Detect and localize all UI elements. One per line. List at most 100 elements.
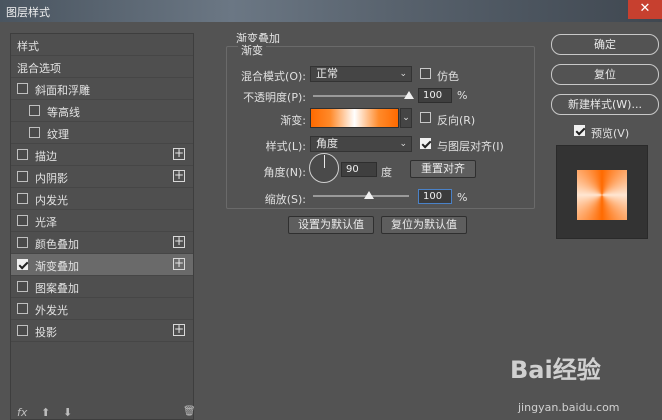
sidebar-item-label: 外发光 xyxy=(35,304,68,317)
add-effect-icon[interactable]: + xyxy=(173,323,185,336)
sidebar-item-0[interactable]: 样式 xyxy=(11,34,193,56)
sidebar-item-label: 描边 xyxy=(35,150,57,163)
opacity-label: 不透明度(P): xyxy=(243,91,306,104)
opacity-slider-thumb[interactable] xyxy=(404,91,414,99)
group-title: 渐变 xyxy=(238,42,266,58)
style-checkbox[interactable] xyxy=(17,259,28,270)
add-effect-icon[interactable]: + xyxy=(173,235,185,248)
sidebar-item-label: 投影 xyxy=(35,326,57,339)
angle-input[interactable]: 90 xyxy=(341,162,377,177)
sidebar-item-label: 颜色叠加 xyxy=(35,238,79,251)
sidebar-item-label: 内发光 xyxy=(35,194,68,207)
sidebar-item-4[interactable]: 纹理 xyxy=(11,122,193,144)
style-checkbox[interactable] xyxy=(17,281,28,292)
angle-dial[interactable] xyxy=(309,153,339,183)
window-title: 图层样式 xyxy=(6,6,50,19)
preview-label: 预览(V) xyxy=(591,127,630,140)
gradient-dropdown-button[interactable]: ⌄ xyxy=(400,108,412,128)
blend-mode-select[interactable]: 正常 ⌄ xyxy=(310,66,412,82)
gradient-swatch[interactable] xyxy=(310,108,399,128)
preview-checkbox[interactable] xyxy=(574,125,585,136)
dither-label: 仿色 xyxy=(437,70,459,83)
style-checkbox[interactable] xyxy=(17,237,28,248)
style-checkbox[interactable] xyxy=(17,193,28,204)
reverse-label: 反向(R) xyxy=(437,114,476,127)
close-button[interactable]: ✕ xyxy=(628,0,662,19)
watermark-url: jingyan.baidu.com xyxy=(518,401,620,414)
title-bar[interactable]: 图层样式 ✕ xyxy=(0,0,662,22)
preview-swatch xyxy=(577,170,627,220)
style-checkbox[interactable] xyxy=(17,83,28,94)
reset-to-default-button[interactable]: 复位为默认值 xyxy=(381,216,467,234)
angle-unit: 度 xyxy=(381,166,392,179)
align-with-layer-label: 与图层对齐(I) xyxy=(437,140,504,153)
chevron-down-icon: ⌄ xyxy=(399,139,407,149)
move-down-icon[interactable]: ⬇ xyxy=(63,406,72,419)
trash-icon[interactable]: 🗑 xyxy=(183,406,196,417)
style-preview xyxy=(556,145,648,239)
sidebar-item-1[interactable]: 混合选项 xyxy=(11,56,193,78)
scale-slider-thumb[interactable] xyxy=(363,191,374,199)
sidebar-item-label: 图案叠加 xyxy=(35,282,79,295)
style-checkbox[interactable] xyxy=(17,171,28,182)
dither-checkbox[interactable] xyxy=(420,68,431,79)
set-as-default-button[interactable]: 设置为默认值 xyxy=(288,216,374,234)
reset-alignment-button[interactable]: 重置对齐 xyxy=(410,160,476,178)
opacity-unit: % xyxy=(457,89,468,102)
align-with-layer-checkbox[interactable] xyxy=(420,138,431,149)
style-checkbox[interactable] xyxy=(17,149,28,160)
sidebar-item-label: 斜面和浮雕 xyxy=(35,84,90,97)
sidebar-item-label: 纹理 xyxy=(47,128,69,141)
style-checkbox[interactable] xyxy=(29,127,40,138)
move-up-icon[interactable]: ⬆ xyxy=(41,406,50,419)
add-effect-icon[interactable]: + xyxy=(173,147,185,160)
fx-menu-button[interactable]: fx xyxy=(17,406,27,419)
add-effect-icon[interactable]: + xyxy=(173,169,185,182)
opacity-slider-track[interactable] xyxy=(313,95,409,97)
angle-label: 角度(N): xyxy=(263,166,306,179)
scale-slider-track[interactable] xyxy=(313,195,409,197)
baidu-watermark: Bai经验 jingyan.baidu.com xyxy=(510,350,662,420)
reverse-checkbox[interactable] xyxy=(420,112,431,123)
sidebar-item-11[interactable]: 图案叠加 xyxy=(11,276,193,298)
style-label: 样式(L): xyxy=(265,140,306,153)
sidebar-item-label: 混合选项 xyxy=(17,62,61,75)
gradient-label: 渐变: xyxy=(280,114,306,127)
sidebar-item-12[interactable]: 外发光 xyxy=(11,298,193,320)
scale-input[interactable]: 100 xyxy=(418,189,452,204)
style-checkbox[interactable] xyxy=(17,215,28,226)
close-icon: ✕ xyxy=(639,1,651,16)
blend-mode-label: 混合模式(O): xyxy=(241,70,306,83)
ok-button[interactable]: 确定 xyxy=(551,34,659,55)
scale-label: 缩放(S): xyxy=(264,193,306,206)
style-checkbox[interactable] xyxy=(29,105,40,116)
add-effect-icon[interactable]: + xyxy=(173,257,185,270)
chevron-down-icon: ⌄ xyxy=(402,113,410,123)
opacity-input[interactable]: 100 xyxy=(418,88,452,103)
style-checkbox[interactable] xyxy=(17,303,28,314)
sidebar-item-5[interactable]: 描边 + xyxy=(11,144,193,166)
sidebar-item-10[interactable]: 渐变叠加 + xyxy=(11,254,193,276)
reset-button[interactable]: 复位 xyxy=(551,64,659,85)
sidebar-item-13[interactable]: 投影 + xyxy=(11,320,193,342)
sidebar-item-label: 内阴影 xyxy=(35,172,68,185)
sidebar-item-9[interactable]: 颜色叠加 + xyxy=(11,232,193,254)
scale-unit: % xyxy=(457,191,468,204)
sidebar-item-label: 渐变叠加 xyxy=(35,260,79,273)
style-value: 角度 xyxy=(316,137,338,150)
sidebar-item-label: 样式 xyxy=(17,40,39,53)
chevron-down-icon: ⌄ xyxy=(399,69,407,79)
sidebar-item-3[interactable]: 等高线 xyxy=(11,100,193,122)
sidebar-item-6[interactable]: 内阴影 + xyxy=(11,166,193,188)
new-style-button[interactable]: 新建样式(W)... xyxy=(551,94,659,115)
sidebar-item-8[interactable]: 光泽 xyxy=(11,210,193,232)
left-panel-footer: fx ⬆ ⬇ 🗑 xyxy=(11,404,196,420)
blend-mode-value: 正常 xyxy=(316,67,338,80)
sidebar-item-2[interactable]: 斜面和浮雕 xyxy=(11,78,193,100)
style-select[interactable]: 角度 ⌄ xyxy=(310,136,412,152)
watermark-brand: Bai经验 xyxy=(510,356,601,384)
styles-list-panel: fx ⬆ ⬇ 🗑 样式混合选项斜面和浮雕等高线纹理描边 + 内阴影 + 内发光光泽颜色叠… xyxy=(10,33,196,420)
style-checkbox[interactable] xyxy=(17,325,28,336)
sidebar-item-7[interactable]: 内发光 xyxy=(11,188,193,210)
sidebar-item-label: 光泽 xyxy=(35,216,57,229)
